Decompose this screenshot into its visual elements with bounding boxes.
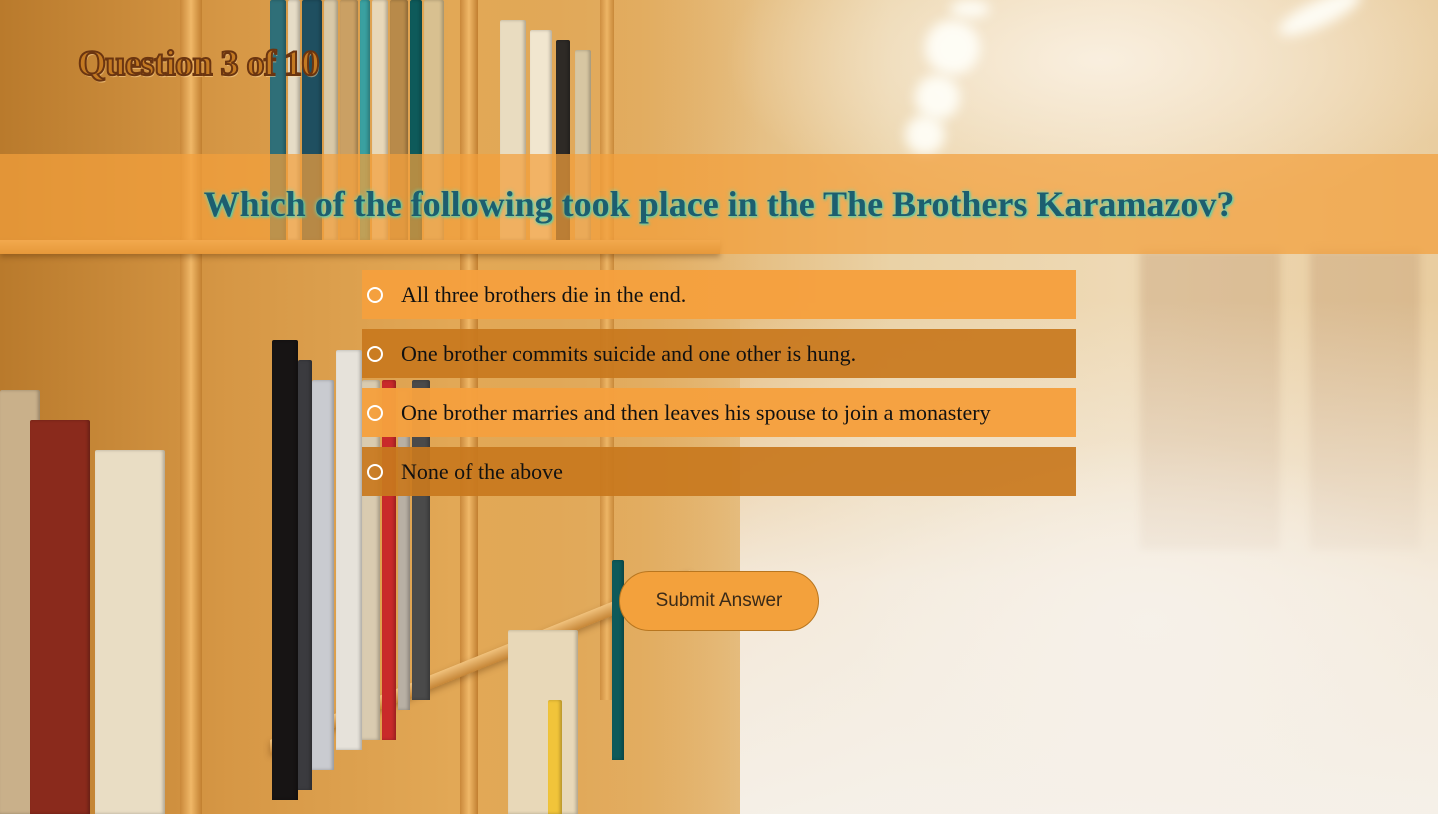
answer-option-label: All three brothers die in the end. xyxy=(401,281,687,307)
radio-button[interactable] xyxy=(367,404,383,421)
answer-options: All three brothers die in the end. One b… xyxy=(362,270,1076,506)
book xyxy=(298,360,312,790)
submit-answer-button[interactable]: Submit Answer xyxy=(619,571,819,631)
answer-option[interactable]: One brother commits suicide and one othe… xyxy=(362,329,1076,378)
shelf-upright xyxy=(180,0,202,814)
question-text: Which of the following took place in the… xyxy=(203,184,1235,224)
book xyxy=(95,450,165,814)
book xyxy=(30,420,90,814)
question-counter: Question 3 of 10 xyxy=(77,42,321,84)
answer-option[interactable]: None of the above xyxy=(362,447,1076,496)
answer-option-label: None of the above xyxy=(401,458,563,484)
book xyxy=(312,380,334,770)
ceiling-light xyxy=(1273,0,1367,44)
book xyxy=(336,350,362,750)
ceiling-light xyxy=(905,115,945,155)
radio-button[interactable] xyxy=(367,345,383,362)
radio-button[interactable] xyxy=(367,463,383,480)
answer-option-label: One brother commits suicide and one othe… xyxy=(401,340,857,366)
answer-option[interactable]: One brother marries and then leaves his … xyxy=(362,388,1076,437)
answer-option[interactable]: All three brothers die in the end. xyxy=(362,270,1076,319)
answer-option-label: One brother marries and then leaves his … xyxy=(401,399,991,425)
radio-button[interactable] xyxy=(367,286,383,303)
book xyxy=(548,700,562,814)
question-banner: Which of the following took place in the… xyxy=(0,154,1438,254)
book xyxy=(272,340,298,800)
ceiling-light xyxy=(925,20,980,75)
ceiling-light xyxy=(950,0,990,18)
ceiling-light xyxy=(915,75,960,120)
book xyxy=(508,630,578,814)
